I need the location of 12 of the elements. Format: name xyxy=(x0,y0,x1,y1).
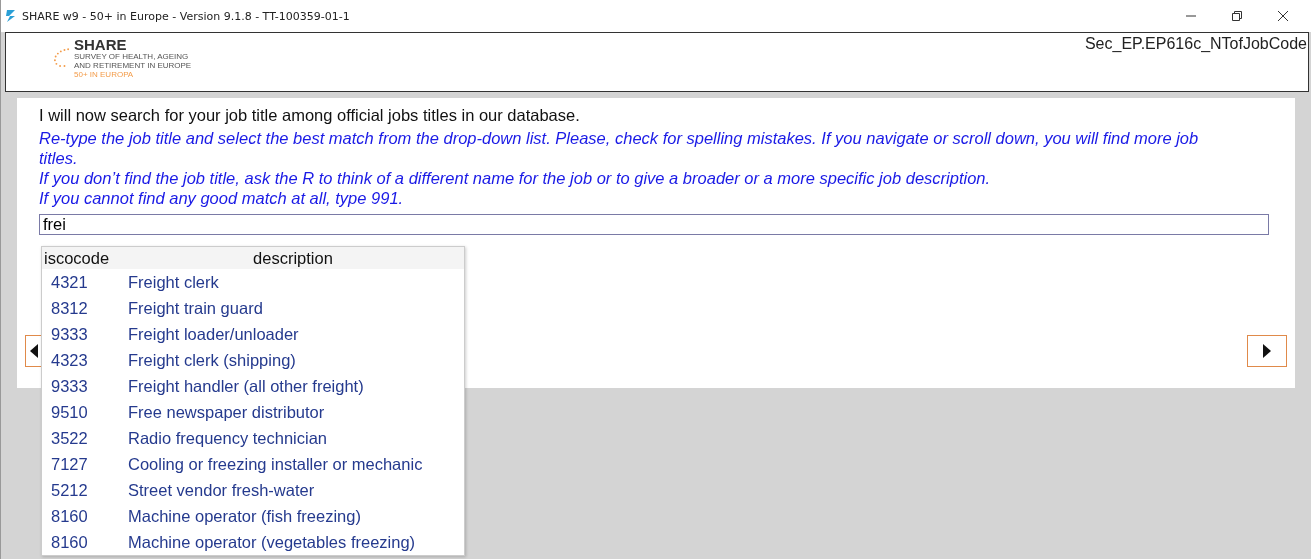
window-title: SHARE w9 - 50+ in Europe - Version 9.1.8 - TT-100359-01-1 xyxy=(22,9,350,23)
logo-tagline: AND RETIREMENT IN EUROPE xyxy=(74,61,192,70)
column-header: iscocode xyxy=(43,248,111,268)
logo-name: SHARE xyxy=(74,37,128,52)
question-id: Sec_EP.EP616c_NTofJobCode xyxy=(1084,34,1308,53)
interviewer-instruction: If you don’t find the job title, ask the R to think of a different name for the job or to give a broader or a more specific job description. xyxy=(39,168,992,188)
logo-tagline: SURVEY OF HEALTH, AGEING xyxy=(74,52,190,61)
column-header: description xyxy=(252,248,334,268)
question-text: I will now search for your job title among official jobs titles in our database. xyxy=(39,106,581,125)
interviewer-instruction: Re-type the job title and select the best match from the drop-down list. Please, check for spelling mistakes. If you navigate or scroll down, you will find more job titles. xyxy=(39,128,1200,168)
logo-tagline: 50+ IN EUROPA xyxy=(74,70,135,79)
interviewer-instruction: If you cannot find any good match at all, type 991. xyxy=(39,188,405,208)
